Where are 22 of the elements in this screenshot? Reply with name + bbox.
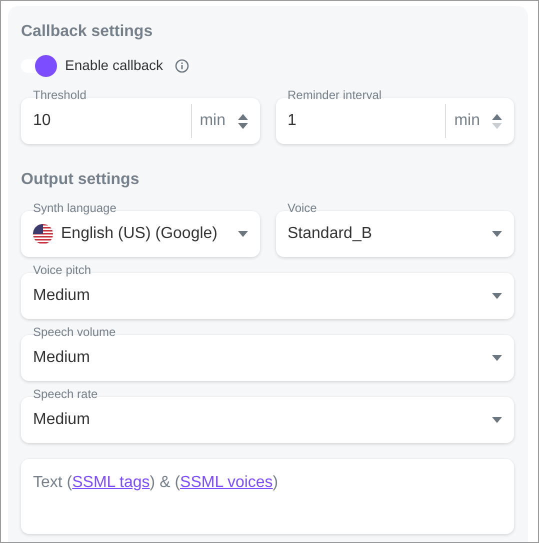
dropdown-icon[interactable] xyxy=(492,355,502,362)
dropdown-icon[interactable] xyxy=(492,417,502,424)
text-area[interactable]: Text (SSML tags) & (SSML voices) xyxy=(21,459,514,534)
ssml-link[interactable]: SSML tags xyxy=(72,474,150,492)
ssml-link[interactable]: SSML voices xyxy=(180,474,273,492)
flag-icon xyxy=(33,224,53,244)
increment-icon[interactable] xyxy=(492,114,502,120)
number-field[interactable]: 1 min xyxy=(276,98,514,144)
dropdown-icon[interactable] xyxy=(492,231,502,238)
number-field[interactable]: 10 min xyxy=(21,98,260,144)
toggle-label: Enable callback xyxy=(65,56,164,76)
decrement-icon[interactable] xyxy=(238,122,248,129)
select-field[interactable]: Standard_B xyxy=(276,211,514,258)
section-title: Callback settings xyxy=(21,22,154,42)
info-icon[interactable] xyxy=(175,58,190,73)
dropdown-icon[interactable] xyxy=(238,231,248,238)
dropdown-icon[interactable] xyxy=(492,293,502,300)
unit-label: min xyxy=(200,111,226,132)
unit-label: min xyxy=(454,111,480,132)
text-area-placeholder: Text (SSML tags) & (SSML voices) xyxy=(33,473,278,494)
section-title: Output settings xyxy=(21,170,140,190)
increment-icon[interactable] xyxy=(238,114,248,120)
